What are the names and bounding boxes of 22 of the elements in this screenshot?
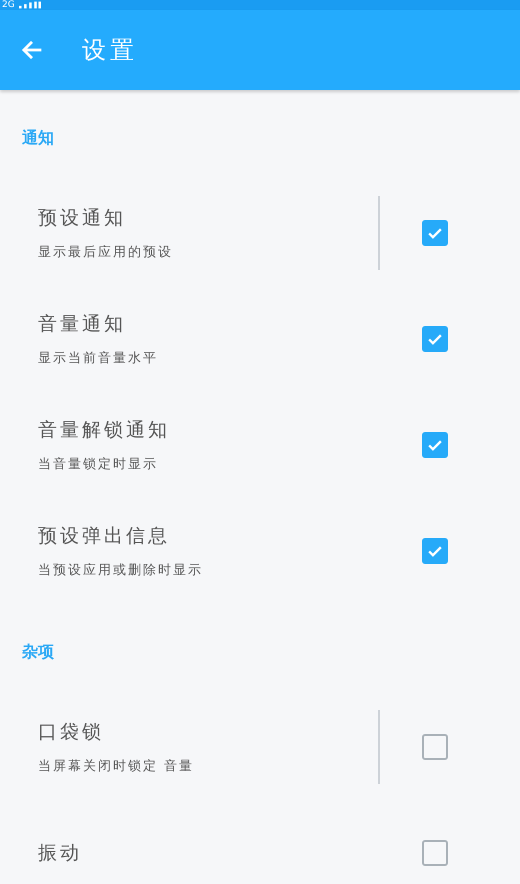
setting-description: 显示最后应用的预设 [38,244,173,261]
section-header: 杂项 [21,641,54,663]
setting-title: 音量通知 [38,312,126,337]
setting-title: 预设弹出信息 [38,524,170,549]
section-header: 通知 [21,127,54,149]
checkbox[interactable] [422,326,448,352]
checkbox[interactable] [422,432,448,458]
setting-description: 显示当前音量水平 [38,350,158,367]
checkbox[interactable] [422,220,448,246]
network-type: 2G [2,0,15,10]
setting-description: 当音量锁定时显示 [38,456,158,473]
checkbox[interactable] [422,538,448,564]
checkbox[interactable] [422,840,448,866]
setting-title: 口袋锁 [38,720,104,745]
signal-icon [18,1,41,9]
checkbox[interactable] [422,734,448,760]
screen-title: 设置 [82,35,138,66]
setting-title: 预设通知 [38,206,126,231]
setting-description: 当预设应用或删除时显示 [38,562,203,579]
setting-title: 振动 [38,841,82,866]
setting-description: 当屏幕关闭时锁定 音量 [38,758,194,775]
setting-title: 音量解锁通知 [38,418,170,443]
